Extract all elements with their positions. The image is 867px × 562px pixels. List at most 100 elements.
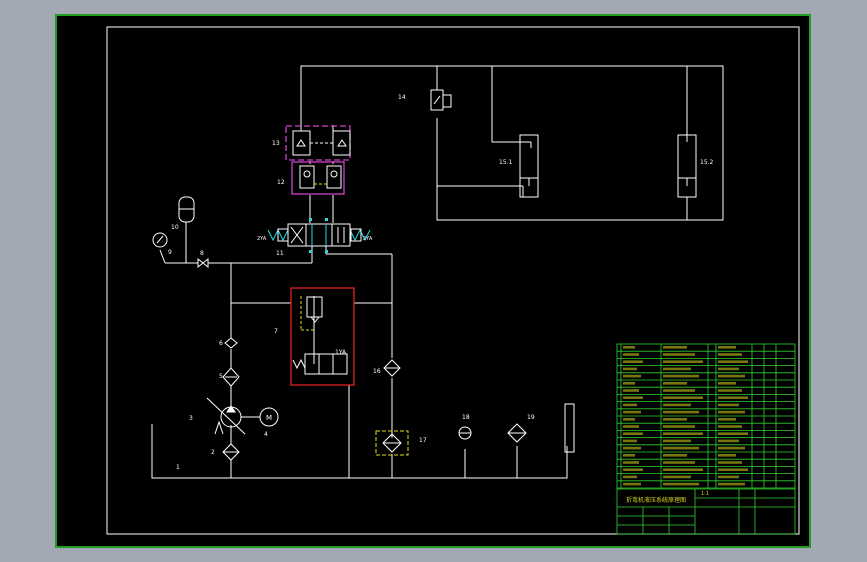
- table-cell-text: [623, 475, 637, 479]
- table-cell-text: [718, 475, 739, 479]
- label-c11: 11: [276, 250, 284, 257]
- table-cell-text: [718, 468, 748, 471]
- table-cell-text: [663, 454, 687, 457]
- label-2ya-right: 2YA: [363, 236, 373, 242]
- label-c15-1: 15.1: [499, 159, 513, 166]
- label-c17: 17: [419, 437, 427, 444]
- return-filters: [375, 359, 575, 456]
- table-cell-text: [663, 396, 703, 399]
- table-cell-text: [623, 403, 637, 407]
- table-cell-text: [718, 461, 742, 464]
- table-cell-text: [718, 382, 736, 385]
- label-c4: 4: [264, 431, 268, 438]
- label-c6: 6: [219, 340, 223, 347]
- table-cell-text: [663, 475, 691, 479]
- module-12: [291, 161, 345, 195]
- table-cell-text: [663, 389, 695, 392]
- directional-valve-11: [267, 223, 371, 247]
- module-7: [290, 287, 355, 386]
- valve-8: [197, 257, 209, 269]
- table-cell-text: [718, 367, 739, 371]
- label-c19: 19: [527, 414, 535, 421]
- table-cell-text: [663, 482, 699, 486]
- table-cell-text: [718, 482, 745, 486]
- table-cell-text: [718, 446, 745, 450]
- table-cell-text: [663, 446, 699, 450]
- drawing-sheet: 1 2 3 4 5 6 7 8 9 10 11 12 13 14 15.1 15…: [55, 14, 811, 548]
- table-cell-text: [663, 360, 703, 363]
- table-cell-text: [623, 446, 641, 450]
- pump-group: [206, 337, 279, 461]
- table-cell-text: [663, 439, 691, 443]
- table-cell-text: [718, 432, 748, 435]
- table-cell-text: [663, 461, 695, 464]
- table-cell-text: [623, 439, 637, 443]
- table-cell-text: [623, 374, 641, 378]
- table-cell-text: [663, 425, 695, 428]
- label-c13: 13: [272, 140, 280, 147]
- label-c8: 8: [200, 250, 204, 257]
- table-cell-text: [718, 374, 745, 378]
- table-cell-text: [623, 389, 639, 392]
- table-cell-text: [718, 346, 736, 349]
- cylinder-15-2: [677, 134, 697, 198]
- label-c7: 7: [274, 328, 278, 335]
- hydraulic-schematic: 1 2 3 4 5 6 7 8 9 10 11 12 13 14 15.1 15…: [55, 14, 811, 548]
- parts-table: [616, 343, 796, 535]
- table-cell-text: [623, 425, 639, 428]
- table-cell-text: [623, 432, 643, 435]
- label-c16: 16: [373, 368, 381, 375]
- table-cell-text: [663, 353, 695, 356]
- table-cell-text: [718, 353, 742, 356]
- table-cell-text: [623, 367, 637, 371]
- label-c1: 1: [176, 464, 180, 471]
- drawing-scale: 1:1: [701, 491, 709, 497]
- outer-frame: [55, 14, 811, 548]
- cylinders: [519, 134, 697, 198]
- table-cell-text: [663, 432, 703, 435]
- table-cell-text: [663, 410, 699, 414]
- valve-14: [430, 89, 452, 111]
- table-cell-text: [623, 360, 643, 363]
- label-c3: 3: [189, 415, 193, 422]
- drawing-title: 折弯机液压系统原理图: [626, 496, 686, 504]
- table-cell-text: [663, 403, 691, 407]
- table-cell-text: [663, 418, 687, 421]
- inner-frame: [106, 26, 800, 535]
- table-cell-text: [663, 382, 687, 385]
- label-1ya: 1YA: [335, 349, 347, 356]
- label-c14: 14: [398, 94, 406, 101]
- table-cell-text: [623, 382, 635, 385]
- table-cell-text: [663, 468, 703, 471]
- table-cell-text: [623, 353, 639, 356]
- table-cell-text: [623, 346, 635, 349]
- label-c12: 12: [277, 179, 285, 186]
- table-cell-text: [623, 396, 643, 399]
- table-cell-text: [718, 396, 748, 399]
- table-cell-text: [623, 410, 641, 414]
- label-c15-2: 15.2: [700, 159, 714, 166]
- module-13: [285, 125, 351, 161]
- table-cell-text: [623, 418, 635, 421]
- table-cell-text: [718, 403, 739, 407]
- label-c10: 10: [171, 224, 179, 231]
- label-motor: M: [266, 414, 272, 422]
- label-c5: 5: [219, 373, 223, 380]
- table-cell-text: [623, 461, 639, 464]
- table-cell-text: [718, 389, 742, 392]
- table-cell-text: [718, 454, 736, 457]
- label-c18: 18: [462, 414, 470, 421]
- table-cell-text: [718, 410, 745, 414]
- table-cell-text: [718, 425, 742, 428]
- table-cell-text: [663, 367, 691, 371]
- table-cell-text: [718, 360, 748, 363]
- label-2ya-left: 2YA: [257, 236, 267, 242]
- table-cell-text: [623, 454, 635, 457]
- table-cell-text: [718, 418, 736, 421]
- table-cell-text: [623, 482, 641, 486]
- table-cell-text: [663, 374, 699, 378]
- table-cell-text: [623, 468, 643, 471]
- table-cell-text: [663, 346, 687, 349]
- label-c9: 9: [168, 249, 172, 256]
- level-gauge: [564, 403, 575, 453]
